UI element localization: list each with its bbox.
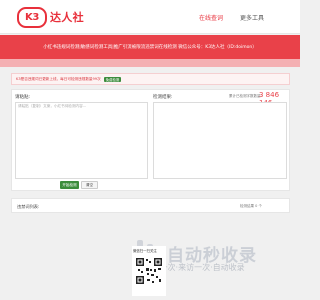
qr-label: 微信扫一扫关注: [133, 249, 157, 253]
result-output: [153, 102, 287, 179]
banner-strip: [0, 59, 300, 67]
content-input[interactable]: 请粘贴（复制）文案，小红书待检测内容...: [15, 102, 148, 179]
top-bar: K3 达人社 在线查词 更多工具: [0, 0, 300, 34]
clear-button[interactable]: 清空: [81, 181, 98, 189]
logo-text: 达人社: [50, 11, 84, 24]
nav-online-lookup[interactable]: 在线查词: [199, 13, 223, 22]
banned-words-panel: 违禁词列表: 检测结果 0 个: [11, 198, 290, 213]
editor-panel: 请粘贴: 检测结果: 累计已检测字数数量: 3 846 146 请粘贴（复制）文…: [11, 89, 290, 191]
result-count: 检测结果 0 个: [240, 204, 262, 208]
qr-card: 微信扫一扫关注: [132, 246, 166, 296]
nav-more-tools[interactable]: 更多工具: [240, 13, 264, 22]
qr-code-icon[interactable]: [135, 257, 163, 285]
input-label: 请粘贴:: [15, 95, 31, 100]
quota-label: 累计已检测字数数量:: [229, 94, 262, 98]
output-label: 检测结果:: [153, 95, 173, 100]
banned-words-label: 违禁词列表:: [17, 204, 40, 209]
check-button[interactable]: 开始检测: [60, 181, 79, 189]
site-logo[interactable]: K3 达人社: [17, 6, 84, 28]
logo-mark: K3: [17, 6, 47, 28]
notice-text: K3是否违规词已更新上线，每日可检测违规数量99次: [16, 76, 101, 81]
hero-banner: 小红书违规词检测|敏感词检测工具|推广引流被限流违禁词在线检测 微信公众号：K3…: [0, 35, 300, 59]
notice-bar: K3是否违规词已更新上线，每日可检测违规数量99次 免费检测: [11, 73, 290, 85]
banner-text: 小红书违规词检测|敏感词检测工具|推广引流被限流违禁词在线检测 微信公众号：K3…: [43, 45, 257, 50]
notice-badge: 免费检测: [103, 76, 122, 82]
